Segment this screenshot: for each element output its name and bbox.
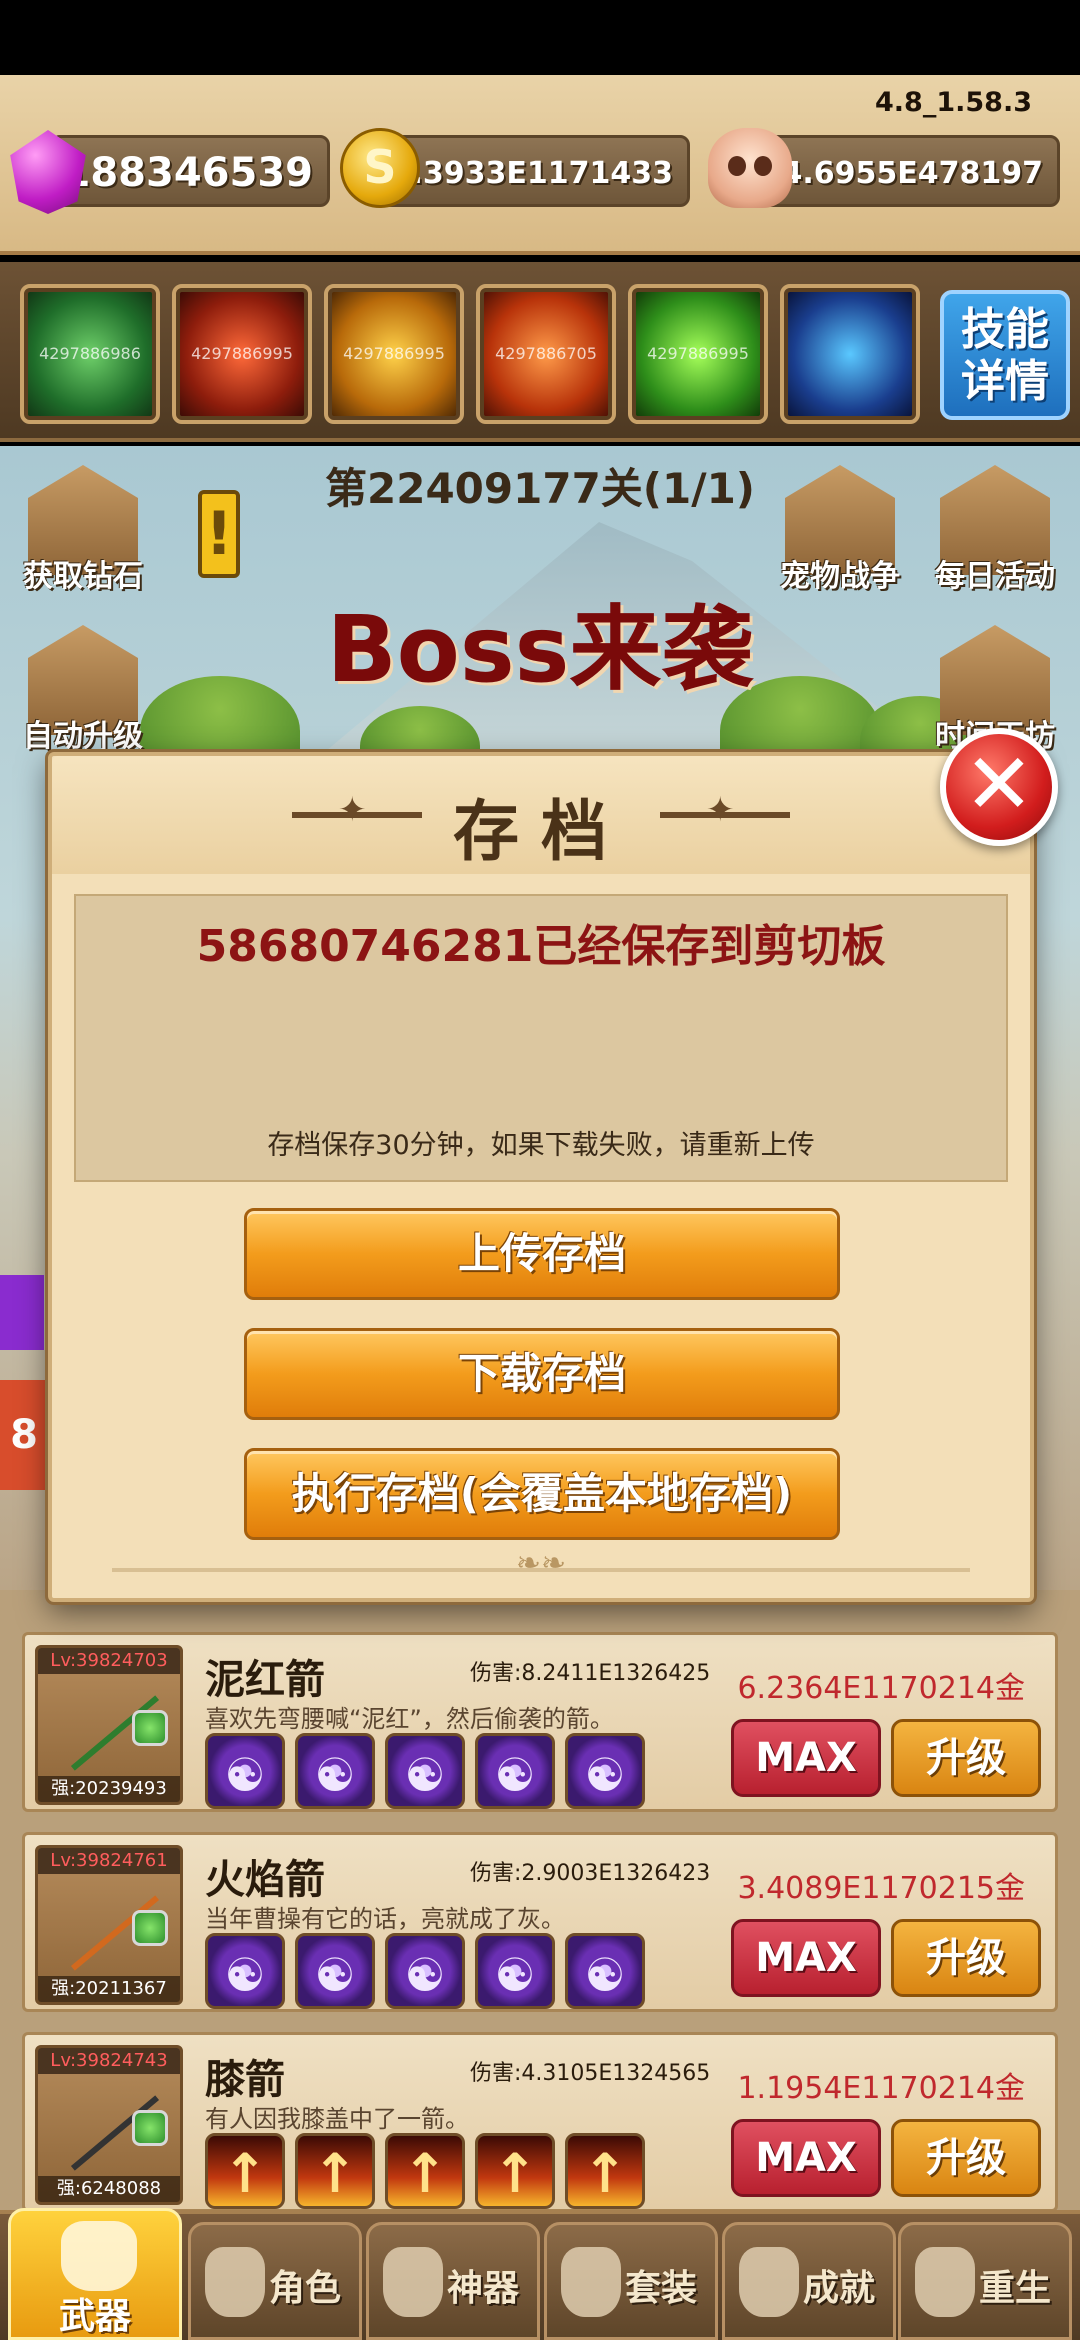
dialog-header: 存档 [52,756,1030,874]
ornament-right-icon [660,790,790,830]
message-box: 58680746281已经保存到剪切板 存档保存30分钟，如果下载失败，请重新上… [74,894,1008,1182]
upload-save-button[interactable]: 上传存档 [244,1208,840,1300]
save-dialog: 存档 58680746281已经保存到剪切板 存档保存30分钟，如果下载失败，请… [48,752,1034,1602]
download-save-button[interactable]: 下载存档 [244,1328,840,1420]
dialog-title: 存档 [453,793,629,870]
saved-message: 58680746281已经保存到剪切板 [196,921,886,972]
dialog-footer-ornament [112,1546,970,1581]
close-button[interactable]: ✕ [940,728,1058,846]
save-note: 存档保存30分钟，如果下载失败，请重新上传 [267,1130,815,1161]
execute-save-button[interactable]: 执行存档(会覆盖本地存档) [244,1448,840,1540]
